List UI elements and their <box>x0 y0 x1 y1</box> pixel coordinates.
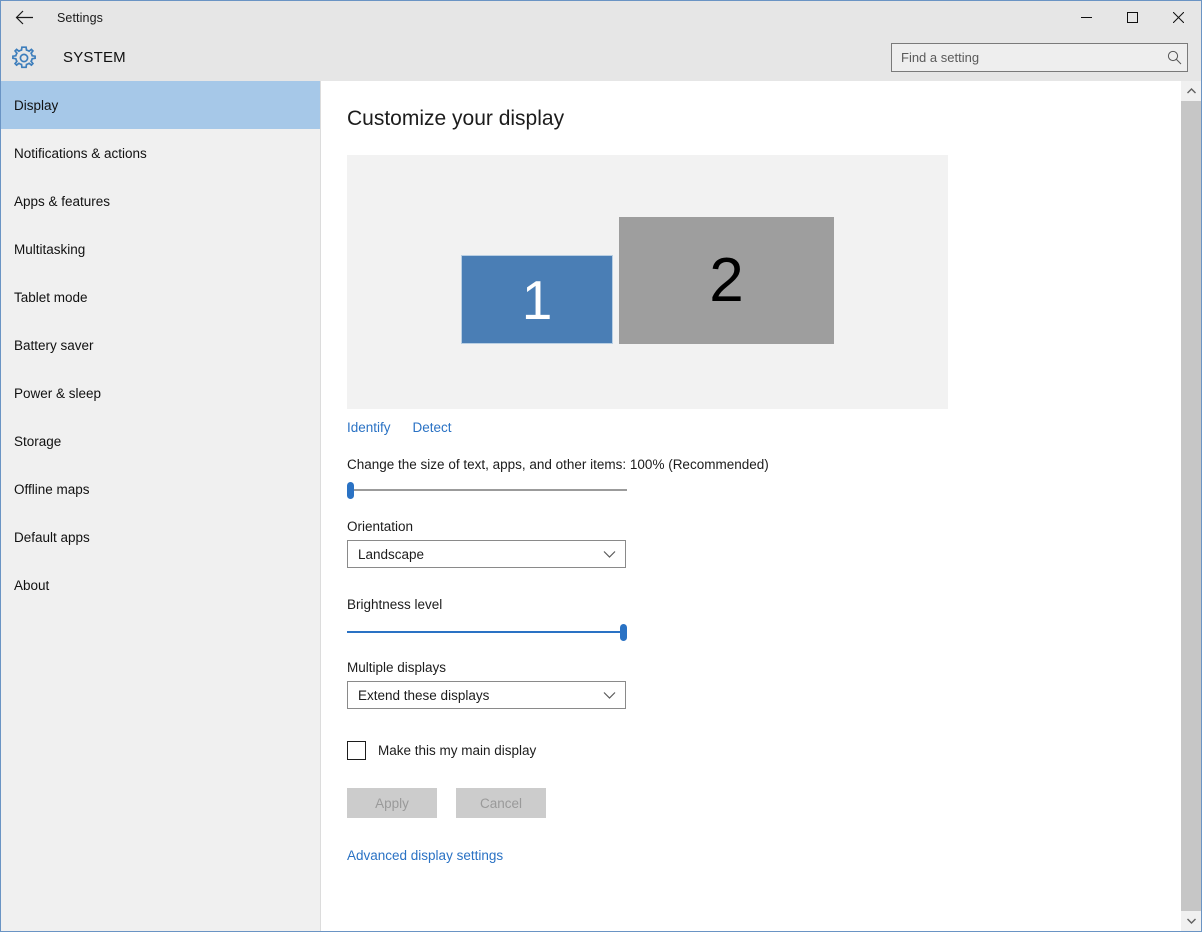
sidebar-item-label: Storage <box>14 433 62 449</box>
close-button[interactable] <box>1155 1 1201 34</box>
page-section-title: SYSTEM <box>63 49 126 66</box>
sidebar-item-about[interactable]: About <box>1 561 320 609</box>
title-bar: Settings <box>1 1 1201 34</box>
brightness-slider-fill <box>347 631 624 633</box>
orientation-value: Landscape <box>358 546 425 562</box>
identify-link[interactable]: Identify <box>347 420 391 435</box>
display-arrangement-canvas[interactable]: 1 2 <box>347 155 948 409</box>
multiple-displays-value: Extend these displays <box>358 687 490 703</box>
sidebar-item-multitasking[interactable]: Multitasking <box>1 225 320 273</box>
multiple-displays-dropdown[interactable]: Extend these displays <box>347 681 626 709</box>
brightness-slider[interactable] <box>347 622 627 642</box>
vertical-scrollbar[interactable] <box>1181 81 1201 931</box>
minimize-icon <box>1080 17 1092 18</box>
scale-slider-track <box>347 489 627 491</box>
chevron-down-icon <box>603 691 616 700</box>
window-title: Settings <box>57 10 103 25</box>
brightness-slider-thumb[interactable] <box>620 624 627 641</box>
sidebar-item-label: Apps & features <box>14 193 111 209</box>
scroll-up-button[interactable] <box>1181 81 1201 101</box>
sidebar-item-notifications-actions[interactable]: Notifications & actions <box>1 129 320 177</box>
chevron-down-icon <box>603 550 616 559</box>
main-display-checkbox[interactable] <box>347 741 366 760</box>
minimize-button[interactable] <box>1063 1 1109 34</box>
gear-icon <box>1 45 47 71</box>
sidebar-item-storage[interactable]: Storage <box>1 417 320 465</box>
scale-label: Change the size of text, apps, and other… <box>347 457 769 472</box>
sidebar-item-power-sleep[interactable]: Power & sleep <box>1 369 320 417</box>
orientation-dropdown[interactable]: Landscape <box>347 540 626 568</box>
section-header: SYSTEM <box>1 34 1201 81</box>
sidebar-item-offline-maps[interactable]: Offline maps <box>1 465 320 513</box>
back-arrow-icon <box>15 10 33 25</box>
search-input[interactable] <box>892 50 1161 65</box>
detect-link[interactable]: Detect <box>413 420 452 435</box>
cancel-button[interactable]: Cancel <box>456 788 546 818</box>
sidebar-item-label: Battery saver <box>14 337 94 353</box>
main-display-checkbox-label: Make this my main display <box>378 743 537 758</box>
sidebar-item-label: Tablet mode <box>14 289 88 305</box>
monitor-2[interactable]: 2 <box>619 217 834 344</box>
orientation-label: Orientation <box>347 519 414 534</box>
sidebar-item-label: About <box>14 577 50 593</box>
maximize-button[interactable] <box>1109 1 1155 34</box>
scale-slider[interactable] <box>347 480 627 500</box>
sidebar-item-label: Default apps <box>14 529 90 545</box>
maximize-icon <box>1126 12 1138 23</box>
search-icon[interactable] <box>1161 50 1187 65</box>
sidebar-item-label: Notifications & actions <box>14 145 147 161</box>
sidebar-item-label: Display <box>14 97 59 113</box>
scale-slider-thumb[interactable] <box>347 482 354 499</box>
sidebar-nav: Display Notifications & actions Apps & fea… <box>1 81 321 931</box>
sidebar-item-label: Multitasking <box>14 241 86 257</box>
sidebar-item-label: Power & sleep <box>14 385 102 401</box>
sidebar-item-label: Offline maps <box>14 481 90 497</box>
page-title: Customize your display <box>347 107 565 130</box>
action-button-row: Apply Cancel <box>347 788 1180 818</box>
search-box[interactable] <box>891 43 1188 72</box>
close-icon <box>1172 12 1184 23</box>
multiple-displays-label: Multiple displays <box>347 660 447 675</box>
back-button[interactable] <box>1 2 47 34</box>
window-controls <box>1063 1 1201 34</box>
content-pane: Customize your display 1 2 Identify Dete… <box>322 81 1180 931</box>
chevron-down-icon <box>1186 918 1196 924</box>
monitor-2-number: 2 <box>709 246 744 315</box>
body-area: Display Notifications & actions Apps & fea… <box>1 81 1201 931</box>
chevron-up-icon <box>1186 88 1196 94</box>
advanced-display-settings-link[interactable]: Advanced display settings <box>347 848 503 863</box>
settings-window: Settings SYSTEM Find a setting Display N… <box>0 0 1202 932</box>
scroll-down-button[interactable] <box>1181 911 1201 931</box>
sidebar-item-display[interactable]: Display <box>1 81 320 129</box>
advanced-link-row: Advanced display settings <box>322 847 1180 865</box>
scrollbar-thumb[interactable] <box>1181 101 1201 911</box>
monitor-1[interactable]: 1 <box>461 255 613 344</box>
display-action-links: Identify Detect <box>347 420 1180 435</box>
brightness-label: Brightness level <box>347 597 443 612</box>
monitor-1-number: 1 <box>521 268 553 331</box>
sidebar-item-tablet-mode[interactable]: Tablet mode <box>1 273 320 321</box>
sidebar-item-apps-features[interactable]: Apps & features <box>1 177 320 225</box>
main-display-checkbox-row[interactable]: Make this my main display <box>347 741 536 760</box>
sidebar-item-battery-saver[interactable]: Battery saver <box>1 321 320 369</box>
apply-button[interactable]: Apply <box>347 788 437 818</box>
sidebar-item-default-apps[interactable]: Default apps <box>1 513 320 561</box>
